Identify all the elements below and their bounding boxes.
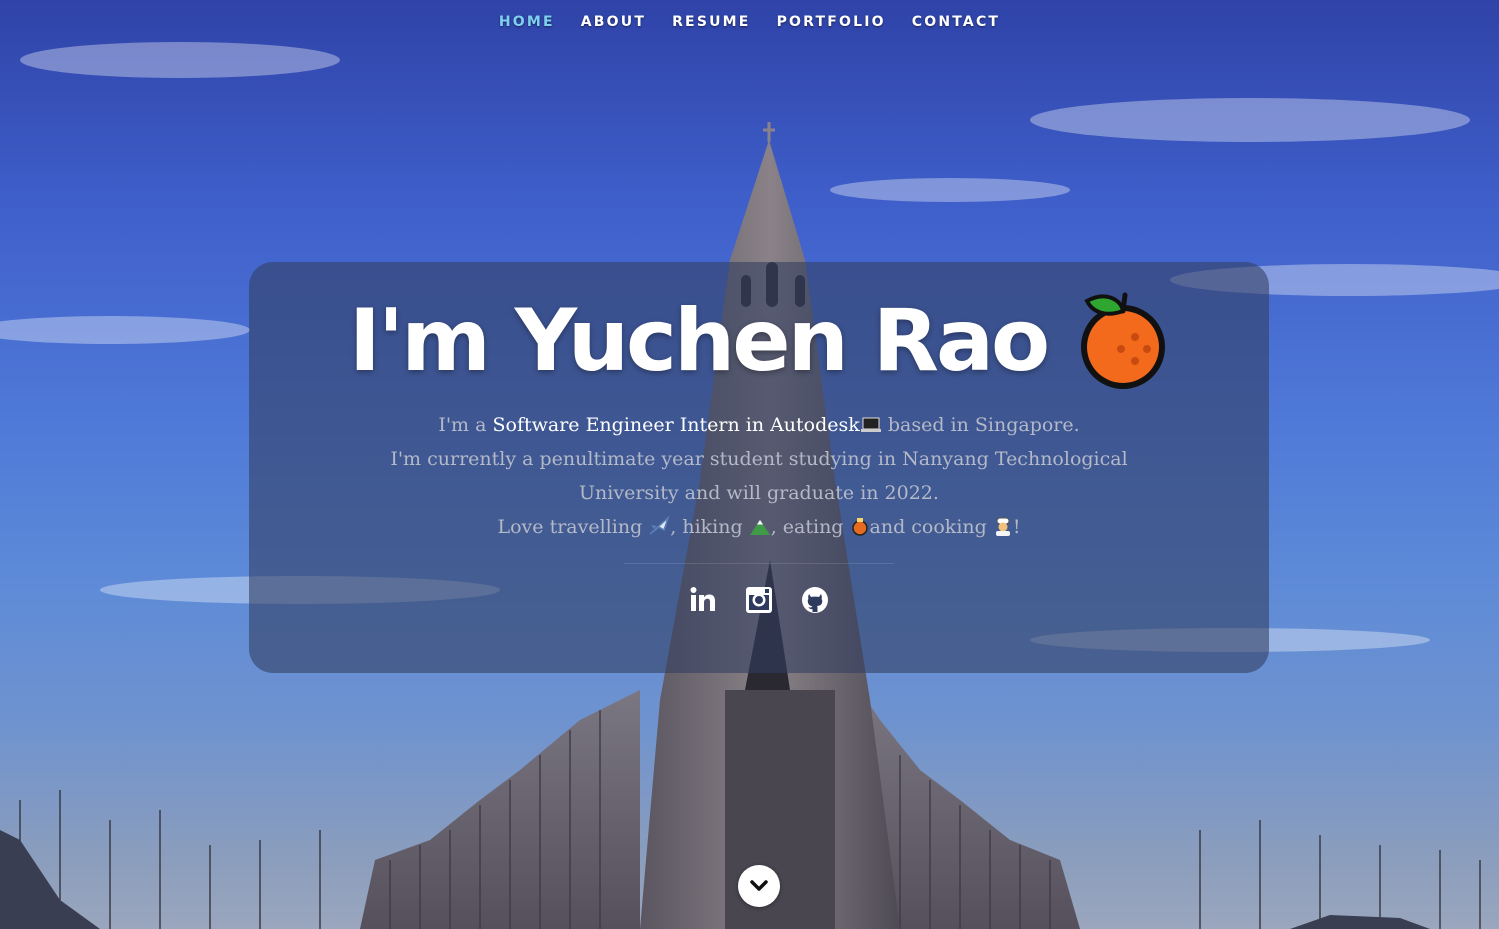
airplane-emoji-icon	[649, 516, 670, 535]
bio-text: and cooking	[869, 516, 993, 538]
chevron-down-icon	[750, 880, 768, 891]
nav-contact[interactable]: CONTACT	[899, 12, 1013, 32]
instagram-icon[interactable]	[744, 585, 774, 615]
job-title: Software Engineer Intern in Autodesk	[492, 414, 860, 436]
nav-about[interactable]: ABOUT	[568, 12, 659, 32]
cook-emoji-icon	[995, 517, 1010, 536]
nav-portfolio[interactable]: PORTFOLIO	[764, 12, 899, 32]
hero-bio: I'm a Software Engineer Intern in Autode…	[390, 408, 1128, 544]
bio-text: , hiking	[670, 516, 749, 538]
bio-line-3: Love travelling , hiking , eating and co…	[390, 510, 1128, 544]
hero-divider	[624, 563, 894, 564]
bio-text: , eating	[770, 516, 850, 538]
laptop-emoji-icon	[860, 417, 881, 432]
bio-line-2: I'm currently a penultimate year student…	[390, 448, 1128, 504]
bio-text: !	[1012, 516, 1021, 538]
main-nav: HOME ABOUT RESUME PORTFOLIO CONTACT	[0, 12, 1499, 32]
hero-headline: I'm Yuchen Rao	[249, 286, 1269, 396]
mountain-emoji-icon	[749, 520, 770, 535]
nav-home[interactable]: HOME	[486, 12, 568, 32]
social-links	[249, 585, 1269, 615]
bio-line-1: I'm a Software Engineer Intern in Autode…	[390, 408, 1128, 442]
orange-emoji-icon	[1081, 292, 1166, 389]
nav-resume[interactable]: RESUME	[659, 12, 764, 32]
scroll-down-button[interactable]	[738, 865, 780, 907]
linkedin-icon[interactable]	[688, 585, 718, 615]
bio-text: I'm a	[438, 414, 493, 436]
bio-text: Love travelling	[497, 516, 649, 538]
food-emoji-icon	[851, 518, 868, 536]
bio-text: based in Singapore.	[881, 414, 1080, 436]
github-icon[interactable]	[800, 585, 830, 615]
hero-title: I'm Yuchen Rao	[348, 291, 1050, 391]
